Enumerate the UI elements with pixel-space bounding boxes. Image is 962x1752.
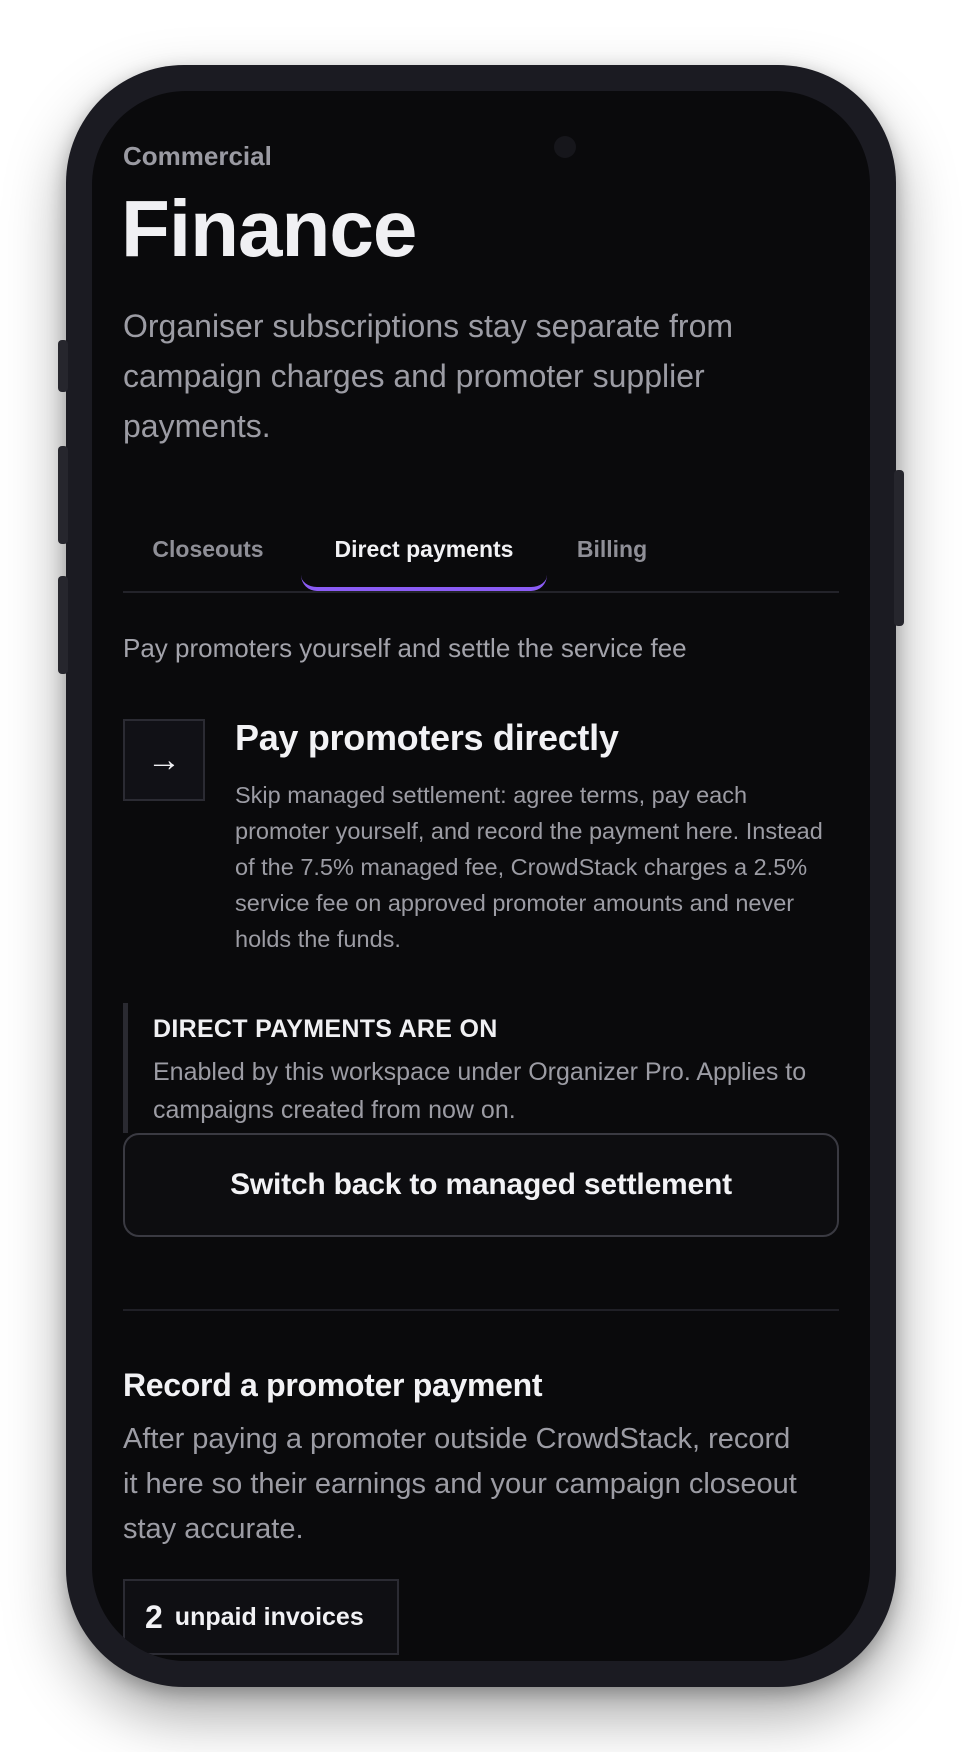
section-subtitle: Pay promoters yourself and settle the se… bbox=[123, 633, 687, 663]
unpaid-invoices-label: unpaid invoices bbox=[174, 1602, 364, 1631]
switch-to-managed-settlement-button[interactable]: Switch back to managed settlement bbox=[123, 1133, 839, 1237]
record-payment-title: Record a promoter payment bbox=[123, 1367, 543, 1403]
tab-direct-payments[interactable]: Direct payments bbox=[301, 531, 547, 591]
app-screen: Commercial Finance Organiser subscriptio… bbox=[92, 91, 870, 1661]
feature-title: Pay promoters directly bbox=[235, 717, 619, 758]
unpaid-invoices-button[interactable]: 2 unpaid invoices bbox=[123, 1579, 399, 1655]
finance-tabs: Closeouts Direct payments Billing bbox=[123, 531, 839, 593]
arrow-right-icon: → bbox=[123, 719, 205, 801]
record-payment-description: After paying a promoter outside CrowdSta… bbox=[123, 1423, 797, 1545]
page-subtitle: Organiser subscriptions stay separate fr… bbox=[123, 308, 734, 444]
volume-down-button bbox=[58, 576, 68, 674]
power-button bbox=[894, 470, 904, 626]
section-divider bbox=[123, 1309, 839, 1311]
notice-body: Enabled by this workspace under Organize… bbox=[153, 1058, 807, 1124]
direct-payments-notice: DIRECT PAYMENTS ARE ON Enabled by this w… bbox=[123, 1003, 813, 1133]
feature-description: Skip managed settlement: agree terms, pa… bbox=[235, 782, 823, 952]
unpaid-invoices-count: 2 bbox=[145, 1598, 163, 1635]
tab-closeouts[interactable]: Closeouts bbox=[123, 531, 293, 591]
page-eyebrow: Commercial bbox=[123, 141, 272, 171]
tab-billing[interactable]: Billing bbox=[557, 531, 667, 591]
volume-up-button bbox=[58, 446, 68, 544]
page-title: Finance bbox=[121, 184, 417, 273]
silent-switch bbox=[58, 340, 68, 392]
notice-title: DIRECT PAYMENTS ARE ON bbox=[153, 1015, 498, 1043]
front-camera bbox=[554, 136, 576, 158]
